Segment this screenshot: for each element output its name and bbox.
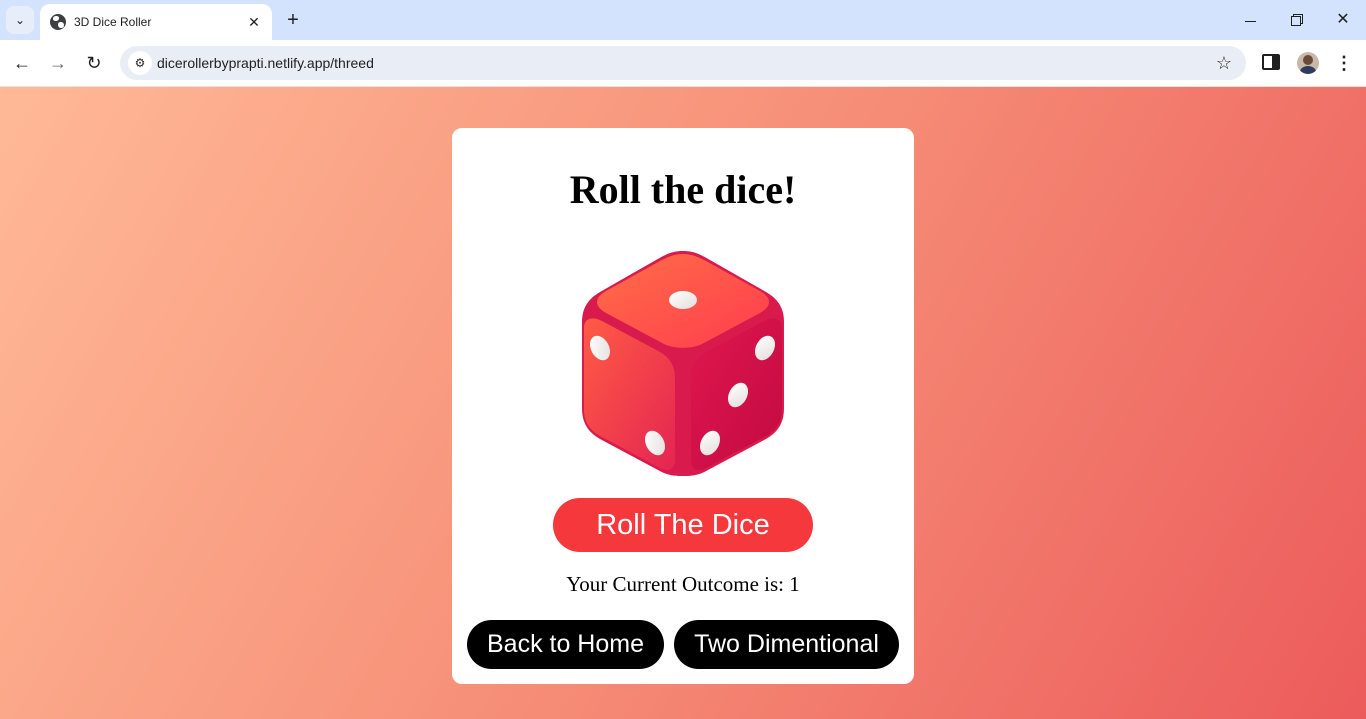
two-dimensional-button[interactable]: Two Dimentional: [674, 620, 899, 669]
tune-icon[interactable]: ⚙: [128, 51, 152, 75]
arrow-right-icon[interactable]: →: [46, 51, 70, 75]
address-bar[interactable]: ⚙ dicerollerbyprapti.netlify.app/threed …: [120, 46, 1246, 80]
page-title: Roll the dice!: [569, 167, 797, 212]
globe-icon: [50, 14, 66, 30]
restore-button[interactable]: [1284, 9, 1308, 31]
browser-toolbar: ← → ↻ ⚙ dicerollerbyprapti.netlify.app/t…: [0, 40, 1366, 87]
outcome-text: Your Current Outcome is: 1: [566, 572, 800, 596]
arrow-left-icon[interactable]: ←: [10, 51, 34, 75]
window-close-button[interactable]: ✕: [1331, 9, 1355, 31]
page-background: Roll the dice! Roll The Dice Your Curren…: [0, 87, 1366, 719]
minimize-icon: [1244, 20, 1256, 22]
side-panel-icon[interactable]: [1262, 54, 1280, 70]
reload-icon[interactable]: ↻: [82, 51, 106, 75]
restore-icon: [1291, 16, 1301, 27]
dice-card: Roll the dice! Roll The Dice Your Curren…: [452, 128, 914, 684]
minimize-button[interactable]: [1238, 9, 1262, 31]
more-vertical-icon[interactable]: ⋮: [1335, 52, 1353, 74]
roll-dice-button[interactable]: Roll The Dice: [553, 498, 813, 552]
browser-tab-bar: ⌄ 3D Dice Roller ✕ + ✕: [0, 0, 1366, 40]
dice-icon[interactable]: [578, 248, 788, 476]
browser-tab[interactable]: 3D Dice Roller ✕: [40, 4, 272, 40]
star-icon[interactable]: ☆: [1216, 52, 1232, 74]
new-tab-button[interactable]: +: [282, 9, 304, 31]
tab-title: 3D Dice Roller: [74, 15, 152, 29]
back-to-home-button[interactable]: Back to Home: [467, 620, 664, 669]
chevron-down-icon[interactable]: ⌄: [6, 6, 34, 34]
close-icon[interactable]: ✕: [246, 14, 262, 31]
url-text[interactable]: dicerollerbyprapti.netlify.app/threed: [157, 55, 374, 71]
avatar[interactable]: [1297, 52, 1319, 74]
